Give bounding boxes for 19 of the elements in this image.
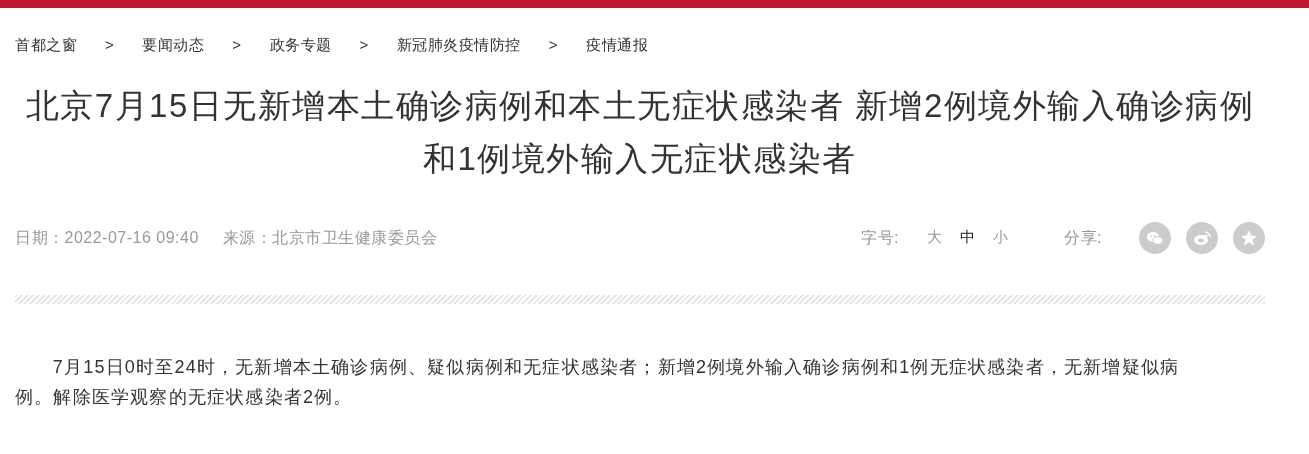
breadcrumb-separator: > — [232, 35, 242, 55]
article-paragraph: 7月15日0时至24时，无新增本土确诊病例、疑似病例和无症状感染者；新增2例境外输入确诊病例和1例无症状感染者，无新增疑似病例。解除医学观察的无症状感染者2例。 — [15, 355, 1181, 410]
breadcrumb-link[interactable]: 政务专题 — [269, 34, 332, 62]
publish-date: 日期：2022-07-16 09:40 — [15, 227, 199, 248]
share-button[interactable] — [1233, 221, 1265, 254]
breadcrumb-link[interactable]: 疫情通报 — [586, 34, 649, 62]
font-size-label: 字号: — [861, 227, 900, 248]
font-size-option[interactable]: 中 — [960, 226, 976, 249]
breadcrumb-link[interactable]: 首都之窗 — [15, 34, 77, 62]
breadcrumb-link[interactable]: 要闻动态 — [142, 34, 205, 62]
share-button[interactable] — [1186, 221, 1218, 254]
source-text: 来源：北京市卫生健康委员会 — [222, 227, 438, 248]
breadcrumb-separator: > — [105, 35, 115, 55]
article-title: 北京7月15日无新增本土确诊病例和本土无症状感染者 新增2例境外输入确诊病例和1例境外输入无症状感染者 — [24, 86, 1256, 179]
share-label: 分享: — [1064, 227, 1102, 248]
share-button[interactable] — [1139, 221, 1171, 254]
breadcrumb-link[interactable]: 新冠肺炎疫情防控 — [396, 34, 521, 62]
breadcrumb-separator: > — [548, 35, 559, 55]
breadcrumb-separator: > — [359, 35, 369, 55]
